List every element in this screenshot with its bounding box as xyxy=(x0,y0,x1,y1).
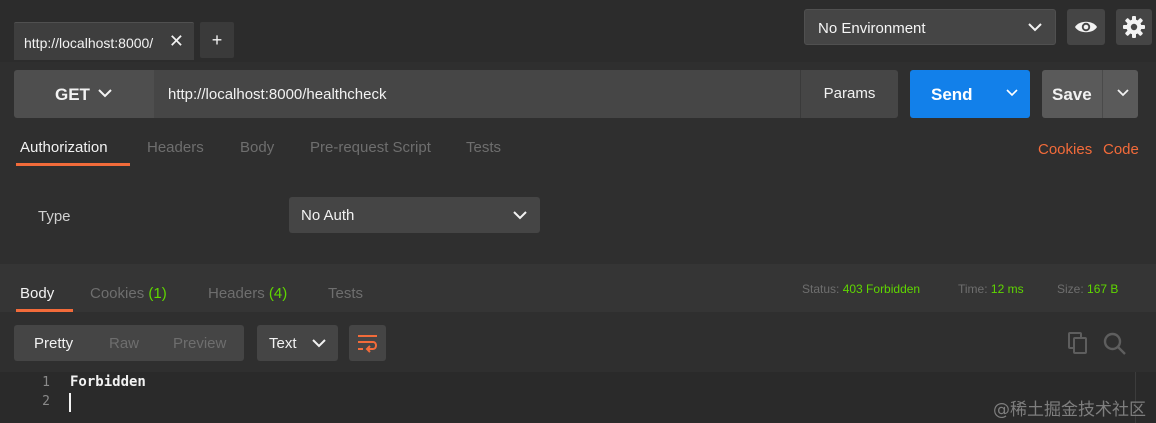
copy-icon[interactable] xyxy=(1068,332,1088,354)
auth-type-select[interactable]: No Auth xyxy=(289,197,540,233)
response-view-group: Pretty Raw Preview xyxy=(14,325,244,361)
search-icon[interactable] xyxy=(1103,332,1127,356)
wrap-lines-icon xyxy=(358,335,377,353)
view-raw-button[interactable]: Raw xyxy=(109,335,139,352)
code-line: Forbidden xyxy=(70,374,146,390)
chevron-down-icon[interactable] xyxy=(1116,87,1130,99)
chevron-down-icon xyxy=(1028,23,1042,32)
tab-body[interactable]: Body xyxy=(240,139,274,156)
response-tab-body[interactable]: Body xyxy=(20,285,54,302)
save-divider xyxy=(1102,70,1103,118)
tab-authorization[interactable]: Authorization xyxy=(20,139,108,156)
environment-select-label: No Environment xyxy=(818,20,926,37)
method-label: GET xyxy=(55,85,90,104)
save-button[interactable]: Save xyxy=(1042,70,1138,118)
settings-button[interactable] xyxy=(1116,9,1152,45)
size-value: 167 B xyxy=(1087,282,1119,296)
time-value: 12 ms xyxy=(990,282,1024,296)
status-value: 403 Forbidden xyxy=(842,282,921,296)
headers-count-badge: (4) xyxy=(268,285,288,302)
tab-tests[interactable]: Tests xyxy=(466,139,501,156)
chevron-down-icon[interactable] xyxy=(1006,87,1018,99)
tab-prerequest-script[interactable]: Pre-request Script xyxy=(310,139,431,156)
response-tab-cookies-label: Cookies xyxy=(90,285,145,302)
auth-type-label: Type xyxy=(38,208,71,225)
line-number-gutter: 1 2 xyxy=(0,372,58,423)
params-button[interactable]: Params xyxy=(800,70,898,118)
response-tab-tests[interactable]: Tests xyxy=(328,285,363,302)
url-input-value: http://localhost:8000/healthcheck xyxy=(168,86,387,103)
url-input[interactable]: http://localhost:8000/healthcheck xyxy=(154,70,800,118)
close-icon[interactable]: ✕ xyxy=(169,32,184,50)
environment-quick-look-button[interactable] xyxy=(1067,9,1105,45)
text-cursor xyxy=(69,393,71,412)
gear-icon xyxy=(1123,16,1145,38)
size-label: Size: xyxy=(1057,282,1084,296)
request-tabs: Authorization Headers Body Pre-request S… xyxy=(0,126,1156,168)
cookies-link[interactable]: Cookies xyxy=(1038,141,1092,158)
authorization-panel: Type No Auth xyxy=(0,168,1156,264)
response-tab-headers[interactable]: Headers (4) xyxy=(208,285,287,302)
environment-select[interactable]: No Environment xyxy=(804,9,1056,45)
chevron-down-icon xyxy=(98,89,112,98)
auth-type-value: No Auth xyxy=(301,207,355,224)
eye-icon xyxy=(1075,21,1097,33)
response-status: Status: 403 Forbidden xyxy=(802,282,920,296)
response-size: Size: 167 B xyxy=(1057,282,1118,296)
chevron-down-icon xyxy=(312,339,326,348)
request-bar: GET http://localhost:8000/healthcheck Pa… xyxy=(0,62,1156,126)
view-preview-button[interactable]: Preview xyxy=(173,335,226,352)
view-pretty-button[interactable]: Pretty xyxy=(34,335,73,352)
watermark: @稀土掘金技术社区 xyxy=(993,400,1146,420)
active-tab-indicator xyxy=(16,163,130,166)
chevron-down-icon xyxy=(513,211,527,220)
send-button-label: Send xyxy=(931,85,973,104)
top-bar: http://localhost:8000/ ✕ + No Environmen… xyxy=(0,0,1156,62)
send-button[interactable]: Send xyxy=(910,70,1030,118)
cookies-count-badge: (1) xyxy=(148,285,167,302)
response-time: Time: 12 ms xyxy=(958,282,1024,296)
response-toolbar: Pretty Raw Preview Text xyxy=(0,312,1156,372)
line-number: 1 xyxy=(42,375,50,390)
time-label: Time: xyxy=(958,282,988,296)
format-select[interactable]: Text xyxy=(257,325,338,361)
request-tab[interactable]: http://localhost:8000/ ✕ xyxy=(14,22,194,60)
response-tab-headers-label: Headers xyxy=(208,285,265,302)
tab-headers[interactable]: Headers xyxy=(147,139,204,156)
save-button-label: Save xyxy=(1052,85,1092,104)
method-select[interactable]: GET xyxy=(14,70,154,118)
response-body-editor[interactable]: 1 2 Forbidden xyxy=(0,372,1156,423)
wrap-lines-button[interactable] xyxy=(349,325,386,361)
format-select-label: Text xyxy=(269,335,297,352)
code-link[interactable]: Code xyxy=(1103,141,1139,158)
request-tab-title: http://localhost:8000/ xyxy=(24,35,154,51)
response-tabs: Body Cookies (1) Headers (4) Tests Statu… xyxy=(0,264,1156,312)
line-number: 2 xyxy=(42,394,50,409)
status-label: Status: xyxy=(802,282,840,296)
response-tab-cookies[interactable]: Cookies (1) xyxy=(90,285,167,302)
new-tab-button[interactable]: + xyxy=(200,22,234,58)
